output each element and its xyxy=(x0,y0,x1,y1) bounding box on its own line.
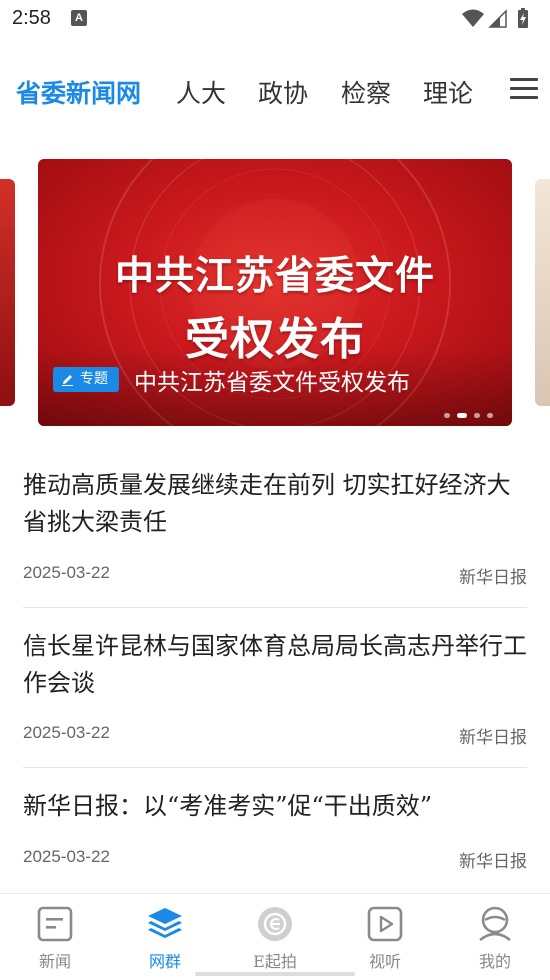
layers-icon xyxy=(148,908,182,938)
wifi-icon xyxy=(462,9,484,27)
list-item[interactable]: 信长星许昆林与国家体育总局局长高志丹举行工作会谈 2025-03-22 新华日报 xyxy=(23,628,527,753)
banner-carousel[interactable]: 中共江苏省委文件 受权发布 专题 中共江苏省委文件受权发布 xyxy=(0,159,550,427)
news-date: 2025-03-22 xyxy=(23,563,110,582)
bottom-tab-label: 网群 xyxy=(148,952,181,971)
bottom-tab-news[interactable]: 新闻 xyxy=(0,894,110,980)
news-date: 2025-03-22 xyxy=(23,723,110,742)
top-nav: 省委新闻网 人大 政协 检察 理论 xyxy=(0,60,550,124)
carousel-prev-slide[interactable] xyxy=(0,179,15,406)
banner-title-line1: 中共江苏省委文件 xyxy=(114,254,435,299)
carousel-dot xyxy=(474,413,480,418)
tab-zhengxie[interactable]: 政协 xyxy=(258,74,308,110)
signal-icon xyxy=(488,9,507,28)
news-date: 2025-03-22 xyxy=(23,847,110,866)
home-indicator xyxy=(195,972,355,976)
bottom-tab-label: E起拍 xyxy=(253,952,297,971)
bottom-tab-label: 我的 xyxy=(478,952,511,971)
divider xyxy=(23,607,527,608)
status-icons xyxy=(460,6,540,30)
pencil-icon xyxy=(62,375,73,386)
carousel-dot xyxy=(487,413,493,418)
bottom-tab-label: 新闻 xyxy=(38,952,71,971)
status-time: 2:58 xyxy=(12,7,51,29)
bottom-tab-wangqun[interactable]: 网群 xyxy=(110,894,220,980)
profile-icon xyxy=(479,906,511,942)
news-title[interactable]: 新华日报：以“考准考实”促“干出质效” xyxy=(23,788,527,825)
carousel-next-slide[interactable] xyxy=(535,179,550,406)
news-title[interactable]: 推动高质量发展继续走在前列 切实扛好经济大省挑大梁责任 xyxy=(23,467,527,541)
tab-jiancha[interactable]: 检察 xyxy=(341,74,391,110)
list-item[interactable]: 新华日报：以“考准考实”促“干出质效” 2025-03-22 新华日报 xyxy=(23,788,527,878)
list-item[interactable]: 推动高质量发展继续走在前列 切实扛好经济大省挑大梁责任 2025-03-22 新… xyxy=(23,467,527,592)
topic-badge: 专题 xyxy=(53,367,119,392)
tab-shengwei-news[interactable]: 省委新闻网 xyxy=(16,74,141,110)
banner-slide[interactable]: 中共江苏省委文件 受权发布 专题 中共江苏省委文件受权发布 xyxy=(38,159,512,426)
bottom-nav: 新闻 网群 E起拍 视听 我的 xyxy=(0,893,550,980)
play-icon xyxy=(367,906,403,942)
bottom-tab-mine[interactable]: 我的 xyxy=(440,894,550,980)
carousel-dot-active xyxy=(457,413,467,418)
news-source: 新华日报 xyxy=(459,728,527,748)
banner-caption: 中共江苏省委文件受权发布 xyxy=(134,370,410,396)
tab-renda[interactable]: 人大 xyxy=(176,74,226,110)
news-title[interactable]: 信长星许昆林与国家体育总局局长高志丹举行工作会谈 xyxy=(23,628,527,702)
carousel-indicator xyxy=(444,413,504,419)
news-source: 新华日报 xyxy=(459,852,527,872)
news-doc-icon xyxy=(37,906,73,942)
hamburger-menu-icon[interactable] xyxy=(510,76,538,102)
status-bar: 2:58 A xyxy=(0,0,550,40)
notification-icon: A xyxy=(71,10,87,26)
carousel-dot xyxy=(444,413,450,418)
news-source: 新华日报 xyxy=(459,568,527,588)
e-camera-icon xyxy=(258,907,292,941)
bottom-tab-shiting[interactable]: 视听 xyxy=(330,894,440,980)
bottom-tab-label: 视听 xyxy=(368,952,401,971)
battery-icon xyxy=(518,8,528,28)
topic-badge-label: 专题 xyxy=(80,371,108,387)
bottom-tab-eqipai[interactable]: E起拍 xyxy=(220,894,330,980)
divider xyxy=(23,767,527,768)
tab-lilun[interactable]: 理论 xyxy=(423,74,473,110)
